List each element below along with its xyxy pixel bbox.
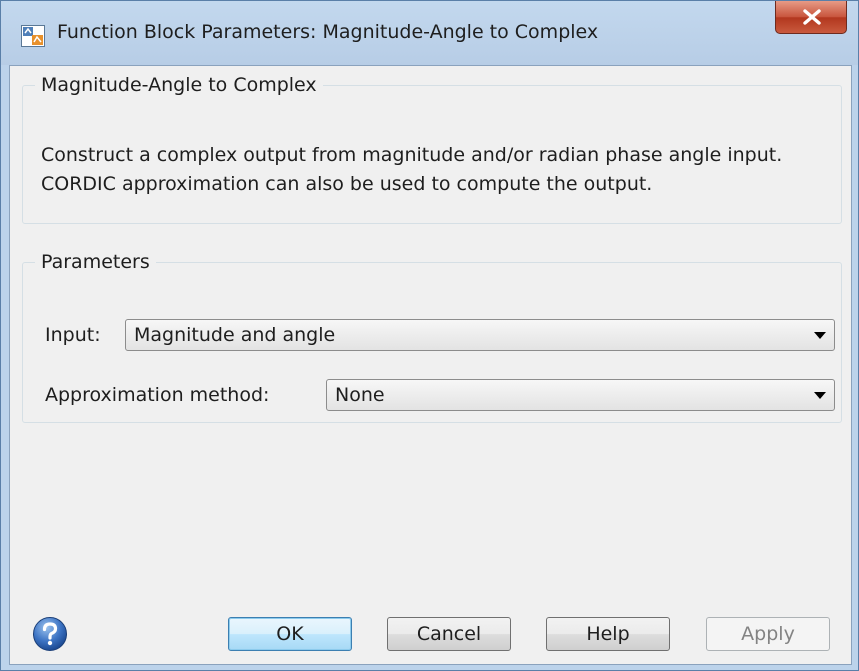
input-dropdown-value: Magnitude and angle (134, 324, 336, 346)
description-group: Magnitude-Angle to Complex Construct a c… (22, 74, 842, 224)
cancel-button[interactable]: Cancel (387, 617, 511, 651)
input-label: Input: (45, 324, 101, 346)
title-bar[interactable]: Function Block Parameters: Magnitude-Ang… (1, 1, 858, 65)
close-icon (803, 9, 821, 25)
description-group-title: Magnitude-Angle to Complex (41, 74, 317, 96)
parameters-group: Parameters Input: Magnitude and angle Ap… (22, 251, 842, 423)
ok-button[interactable]: OK (228, 617, 352, 651)
window-title: Function Block Parameters: Magnitude-Ang… (57, 21, 599, 43)
approximation-method-dropdown-value: None (335, 384, 385, 406)
input-dropdown[interactable]: Magnitude and angle (125, 319, 835, 351)
block-description: Construct a complex output from magnitud… (41, 144, 783, 195)
chevron-down-icon (814, 332, 826, 339)
approximation-method-label: Approximation method: (45, 384, 270, 406)
approximation-method-dropdown[interactable]: None (326, 379, 835, 411)
parameters-group-title: Parameters (41, 251, 150, 273)
help-button[interactable]: Help (546, 617, 670, 651)
help-icon[interactable] (32, 616, 68, 652)
apply-button[interactable]: Apply (706, 617, 830, 651)
chevron-down-icon (814, 392, 826, 399)
simulink-block-icon (21, 25, 45, 47)
dialog-window: Function Block Parameters: Magnitude-Ang… (0, 0, 859, 671)
dialog-client-area: Magnitude-Angle to Complex Construct a c… (9, 65, 852, 665)
close-button[interactable] (775, 1, 847, 34)
